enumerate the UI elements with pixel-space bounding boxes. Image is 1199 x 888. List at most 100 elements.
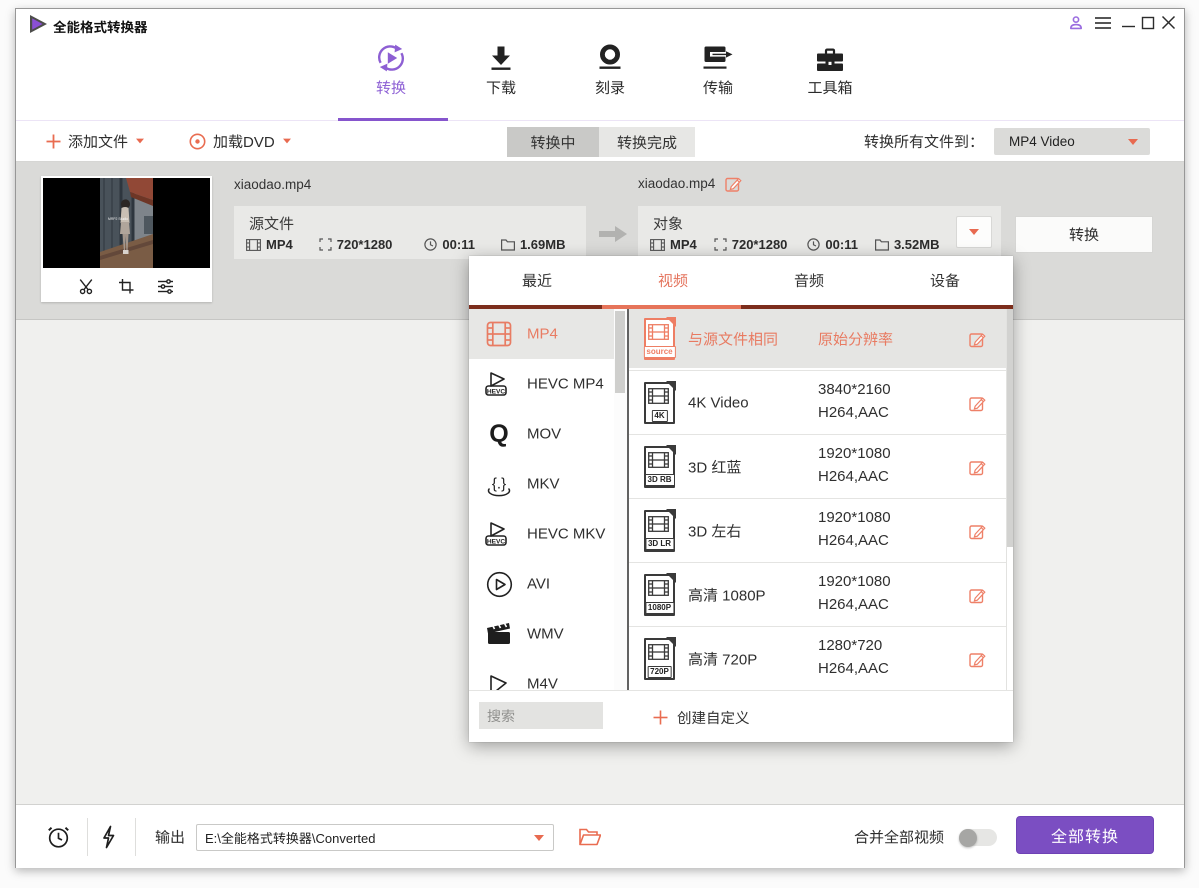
preset-badge: 1080P <box>645 602 674 614</box>
preset-list-scrollbar[interactable] <box>1006 309 1013 690</box>
tab-converting[interactable]: 转换中 <box>507 127 599 157</box>
preset-resolution: 1920*1080 <box>818 445 891 462</box>
trim-icon[interactable] <box>79 278 96 295</box>
edit-preset-icon[interactable] <box>969 586 986 603</box>
schedule-icon[interactable] <box>46 824 71 849</box>
create-custom-button[interactable]: 创建自定义 <box>653 691 750 743</box>
add-files-button[interactable]: 添加文件 <box>46 131 145 152</box>
format-item-m4v[interactable]: M4V <box>469 659 614 690</box>
menu-icon[interactable] <box>1094 14 1111 31</box>
resolution-icon <box>319 238 332 251</box>
load-dvd-button[interactable]: 加载DVD <box>189 131 292 152</box>
stats-row: MP4 720*1280 00:11 <box>650 237 956 252</box>
output-path-caret-icon[interactable] <box>534 835 544 841</box>
preset-specs: 1920*1080H264,AAC <box>818 509 891 549</box>
title-bar: 全能格式转换器 <box>16 9 1184 41</box>
close-button[interactable] <box>1160 14 1177 31</box>
format-label: HEVC MKV <box>527 526 605 543</box>
toolbox-icon <box>775 43 885 73</box>
format-item-mkv[interactable]: {.} MKV <box>469 459 614 509</box>
convert-all-button[interactable]: 全部转换 <box>1016 816 1154 854</box>
target-size: 3.52MB <box>875 237 940 252</box>
preset-hd-1080p[interactable]: 1080P 高清 1080P 1920*1080H264,AAC <box>629 562 1006 626</box>
target-format: MP4 <box>650 237 697 252</box>
format-item-hevc-mkv[interactable]: HEVC HEVC MKV <box>469 509 614 559</box>
preset-specs: 3840*2160H264,AAC <box>818 381 891 421</box>
edit-preset-icon[interactable] <box>969 394 986 411</box>
preset-3d-rb[interactable]: 3D RB 3D 红蓝 1920*1080H264,AAC <box>629 434 1006 498</box>
nav-tab-transfer[interactable]: 传输 <box>663 43 773 98</box>
format-dropdown-button[interactable] <box>956 216 992 248</box>
minimize-button[interactable] <box>1120 14 1137 31</box>
merge-toggle[interactable] <box>959 829 997 846</box>
preset-same-as-source[interactable]: source 与源文件相同 原始分辨率 <box>629 309 1006 368</box>
preset-resolution: 原始分辨率 <box>818 328 893 349</box>
edit-preset-icon[interactable] <box>969 522 986 539</box>
preset-resolution: 1920*1080 <box>818 509 891 526</box>
nav-tab-download[interactable]: 下载 <box>446 43 556 98</box>
nav-tab-toolbox[interactable]: 工具箱 <box>775 43 885 98</box>
transfer-icon <box>663 43 773 73</box>
target-duration: 00:11 <box>807 237 858 252</box>
source-preset-icon: source <box>644 318 675 360</box>
popup-tab-audio[interactable]: 音频 <box>741 256 877 305</box>
open-folder-icon[interactable] <box>579 827 601 846</box>
edit-preset-icon[interactable] <box>969 650 986 667</box>
edit-preset-icon[interactable] <box>969 458 986 475</box>
toolbar-right-group: 转换所有文件到： MP4 Video <box>864 121 1150 161</box>
scrollbar-thumb[interactable] <box>615 311 625 393</box>
target-box-title: 对象 <box>653 213 683 234</box>
source-format: MP4 <box>246 237 293 252</box>
preset-hd-720p-icon: 720P <box>644 638 675 680</box>
load-dvd-caret-icon <box>283 139 291 144</box>
target-file-name: xiaodao.mp4 <box>638 176 715 191</box>
video-thumbnail[interactable]: MRP2 Studio <box>43 178 210 268</box>
popup-tab-video[interactable]: 视频 <box>605 256 741 305</box>
crop-icon[interactable] <box>118 278 135 295</box>
format-item-mp4[interactable]: MP4 <box>469 309 614 359</box>
svg-text:MRP2 Studio: MRP2 Studio <box>108 217 128 221</box>
popup-tab-device[interactable]: 设备 <box>877 256 1013 305</box>
clock-icon <box>424 238 437 251</box>
window-controls <box>1067 14 1177 31</box>
download-icon <box>446 43 556 73</box>
output-format-select[interactable]: MP4 Video <box>994 128 1150 155</box>
edit-preset-icon[interactable] <box>969 330 986 347</box>
preset-hd-720p[interactable]: 720P 高清 720P 1280*720H264,AAC <box>629 626 1006 690</box>
plus-icon <box>653 710 668 725</box>
preset-hd-1080p-icon: 1080P <box>644 574 675 616</box>
output-path-input[interactable] <box>197 825 553 850</box>
separator <box>87 818 88 856</box>
preset-4k-icon: 4K <box>644 382 675 424</box>
preset-4k[interactable]: 4K 4K Video 3840*2160H264,AAC <box>629 370 1006 434</box>
source-box-title: 源文件 <box>249 213 294 234</box>
preset-list: source 与源文件相同 原始分辨率 <box>629 309 1006 690</box>
output-label: 输出 <box>155 826 185 847</box>
popup-footer: 创建自定义 <box>469 690 1013 742</box>
format-item-avi[interactable]: AVI <box>469 559 614 609</box>
account-icon[interactable] <box>1067 14 1084 31</box>
format-item-wmv[interactable]: WMV <box>469 609 614 659</box>
hardware-accel-icon[interactable] <box>99 825 118 849</box>
target-name-row: xiaodao.mp4 <box>638 175 742 192</box>
preset-badge: source <box>643 346 675 358</box>
source-duration: 00:11 <box>424 237 475 252</box>
search-input[interactable] <box>479 702 603 729</box>
format-list-scrollbar[interactable] <box>614 309 627 690</box>
maximize-button[interactable] <box>1139 14 1156 31</box>
toolbar-left-group: 添加文件 加载DVD <box>46 121 292 161</box>
popup-tab-recent[interactable]: 最近 <box>469 256 605 305</box>
format-item-hevc-mp4[interactable]: HEVC HEVC MP4 <box>469 359 614 409</box>
scrollbar-thumb[interactable] <box>1007 309 1013 547</box>
nav-tab-convert[interactable]: 转换 <box>336 43 446 98</box>
effects-icon[interactable] <box>157 278 174 295</box>
convert-button[interactable]: 转换 <box>1015 216 1153 253</box>
toolbar: 添加文件 加载DVD 转换中 转换完成 转换所有文件到： MP4 Video <box>16 121 1184 162</box>
preset-3d-rb-icon: 3D RB <box>644 446 675 488</box>
nav-tab-burn[interactable]: 刻录 <box>555 43 665 98</box>
add-files-caret-icon <box>136 139 144 144</box>
preset-3d-lr[interactable]: 3D LR 3D 左右 1920*1080H264,AAC <box>629 498 1006 562</box>
rename-icon[interactable] <box>725 175 742 192</box>
format-item-mov[interactable]: Q MOV <box>469 409 614 459</box>
tab-converted[interactable]: 转换完成 <box>599 127 695 157</box>
